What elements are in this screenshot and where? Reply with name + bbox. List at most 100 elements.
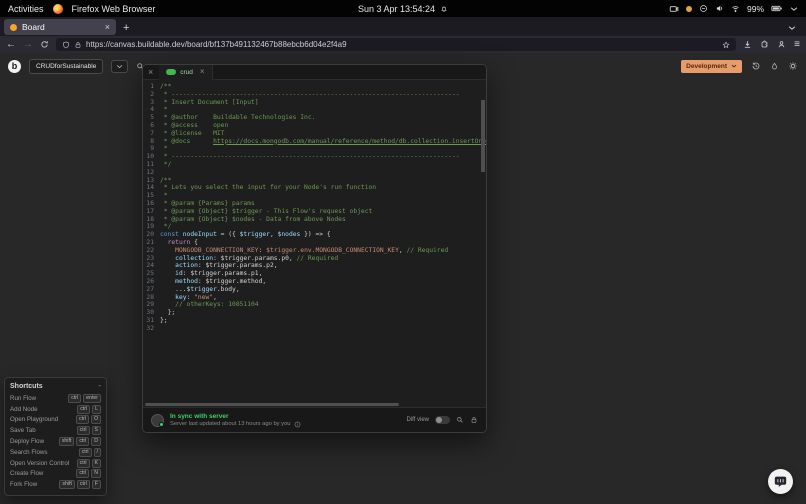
shortcut-keys: ctrl enter — [68, 393, 101, 403]
shortcut-item[interactable]: Fork Flow shift ctrl F — [10, 479, 101, 490]
url-text[interactable]: https://canvas.buildable.dev/board/bf137… — [86, 40, 718, 49]
shortcut-item[interactable]: Run Flow ctrl enter — [10, 393, 101, 404]
network-wifi-icon[interactable] — [731, 4, 740, 13]
shortcut-keys: ctrl N — [76, 469, 101, 479]
board-menu-button[interactable] — [111, 59, 129, 73]
tab-close-icon[interactable]: × — [105, 22, 110, 32]
nav-bar-right-icons: ≡ — [743, 39, 800, 50]
code-editor-area[interactable]: 1/** 2 * --------------------------------… — [143, 80, 486, 402]
scrollbar-thumb[interactable] — [145, 403, 399, 406]
shortcut-item[interactable]: Open Playground ctrl O — [10, 415, 101, 426]
shortcut-keys: shift ctrl D — [58, 437, 101, 447]
activities-button[interactable]: Activities — [8, 4, 44, 14]
downloads-icon[interactable] — [743, 40, 752, 49]
shortcut-keys: ctrl O — [76, 415, 101, 425]
board-name-label: CRUDforSustainable — [36, 62, 97, 70]
code-line: 15 * — [146, 192, 168, 200]
scrollbar-thumb[interactable] — [481, 100, 485, 172]
chevron-down-icon[interactable] — [790, 6, 798, 12]
code-line: 11 */ — [146, 160, 172, 168]
browser-tab-board[interactable]: Board × — [4, 19, 116, 35]
editor-status-bar: In sync with server Server last updated … — [143, 407, 486, 432]
lock-icon[interactable] — [74, 41, 82, 49]
clock-label[interactable]: Sun 3 Apr 13:54:24 — [358, 4, 435, 14]
tray-app-icon[interactable] — [699, 4, 708, 13]
shortcut-item[interactable]: Save Tab ctrl S — [10, 425, 101, 436]
environment-selector-button[interactable]: Development — [681, 59, 742, 73]
code-line: 17 * @param {Object} $trigger - This Flo… — [146, 207, 373, 215]
theme-icon[interactable] — [770, 62, 779, 71]
code-line: 3 * Insert Document [Input] — [150, 98, 259, 106]
shortcut-keys: shift ctrl F — [59, 480, 101, 490]
key-badge: K — [91, 458, 101, 468]
diff-view-toggle[interactable] — [435, 416, 450, 424]
volume-icon[interactable] — [715, 4, 724, 13]
key-badge: ctrl — [78, 447, 92, 457]
key-badge: shift — [59, 480, 75, 490]
key-badge: N — [91, 469, 101, 479]
forward-button[interactable]: → — [23, 39, 33, 50]
shortcut-label: Fork Flow — [10, 481, 38, 489]
chat-launcher-button[interactable] — [768, 469, 793, 494]
code-line: 16 * @param {Params} params — [146, 199, 255, 207]
code-line: 21 return { — [146, 238, 198, 246]
shortcuts-panel: Shortcuts - Run Flow ctrl enter Add Node ctr… — [4, 377, 107, 497]
editor-tab-crud[interactable]: crud × — [159, 65, 213, 80]
close-panel-icon[interactable]: × — [148, 67, 153, 77]
node-type-badge — [166, 69, 177, 75]
search-code-icon[interactable] — [456, 416, 464, 424]
shortcut-label: Deploy Flow — [10, 438, 45, 446]
focused-app-menu[interactable]: Firefox Web Browser — [72, 4, 156, 14]
code-line: 13/** — [146, 176, 172, 184]
shortcut-item[interactable]: Deploy Flow shift ctrl D — [10, 436, 101, 447]
battery-icon[interactable] — [771, 4, 783, 13]
extensions-icon[interactable] — [760, 40, 769, 49]
code-line: 30 }; — [146, 309, 176, 317]
code-line: 24 action: $trigger.params.p2, — [146, 262, 278, 270]
code-line: 31}; — [146, 316, 168, 324]
editor-horizontal-scrollbar[interactable] — [143, 402, 486, 407]
collapse-shortcuts-button[interactable]: - — [98, 382, 101, 390]
shortcut-label: Add Node — [10, 405, 38, 413]
lock-editor-icon[interactable] — [470, 416, 478, 424]
settings-gear-icon[interactable] — [788, 61, 798, 71]
code-lines: 1/** 2 * --------------------------------… — [143, 83, 486, 333]
shortcut-item[interactable]: Add Node ctrl L — [10, 404, 101, 415]
code-editor-panel: × crud × 1/** 2 * -----------------------… — [142, 64, 487, 433]
new-tab-button[interactable]: + — [116, 20, 136, 36]
code-line: 4 * — [150, 106, 168, 114]
top-bar-clock-area[interactable]: Sun 3 Apr 13:54:24 — [358, 0, 448, 17]
board-name-chip[interactable]: CRUDforSustainable — [29, 58, 104, 74]
battery-percentage: 99% — [746, 3, 764, 14]
code-line: 12 — [146, 168, 154, 176]
screencast-icon[interactable] — [669, 4, 679, 14]
version-history-icon[interactable] — [751, 61, 761, 71]
code-line: 22 MONGODB_CONNECTION_KEY: $trigger.env.… — [146, 246, 449, 254]
shortcut-item[interactable]: Search Flows ctrl / — [10, 447, 101, 458]
url-bar[interactable]: https://canvas.buildable.dev/board/bf137… — [56, 38, 737, 51]
shortcut-item[interactable]: Open Version Control ctrl K — [10, 458, 101, 469]
back-button[interactable]: ← — [6, 39, 16, 50]
shield-icon[interactable] — [62, 41, 70, 49]
editor-vertical-scrollbar[interactable] — [481, 82, 485, 402]
shortcut-label: Run Flow — [10, 394, 37, 402]
buildable-logo[interactable]: b — [8, 59, 21, 73]
code-line: 14 * Lets you select the input for your … — [146, 184, 377, 192]
editor-tab-label: crud — [180, 68, 193, 76]
code-line: 28 key: "new", — [146, 293, 217, 301]
shortcut-item[interactable]: Create Flow ctrl N — [10, 469, 101, 480]
key-badge: ctrl — [76, 415, 89, 425]
app-indicator-icon[interactable] — [685, 5, 692, 12]
list-all-tabs-button[interactable] — [782, 20, 802, 36]
key-badge: ctrl — [76, 480, 90, 490]
toggle-knob — [436, 417, 442, 423]
editor-tab-close-icon[interactable]: × — [200, 68, 205, 76]
bookmark-star-icon[interactable] — [722, 40, 730, 49]
code-line: 20 const nodeInput = ({ $trigger, $nodes … — [146, 231, 331, 239]
menu-icon[interactable]: ≡ — [794, 39, 800, 50]
key-badge: S — [91, 426, 101, 436]
reload-button[interactable] — [40, 40, 49, 49]
key-badge: shift — [58, 437, 75, 447]
account-icon[interactable] — [777, 40, 786, 49]
code-line: 1/** — [150, 83, 172, 90]
